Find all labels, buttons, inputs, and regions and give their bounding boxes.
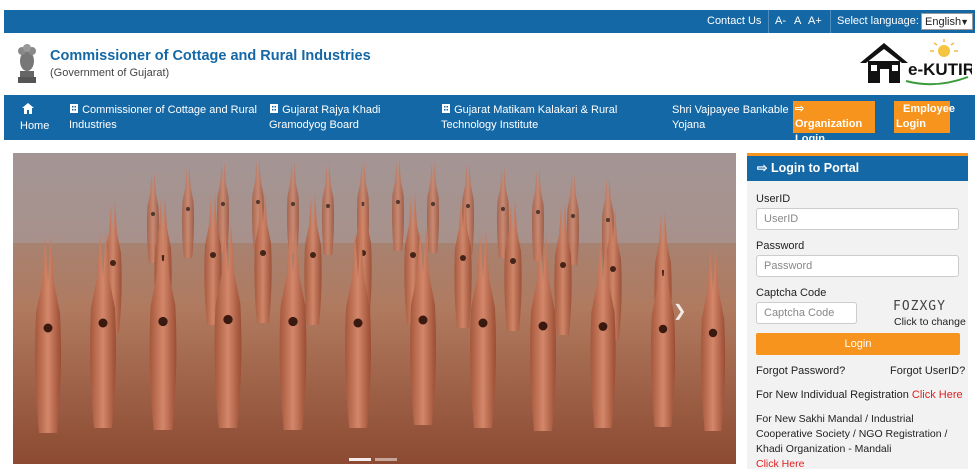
- building-icon: [69, 104, 82, 116]
- nav-item-label: Industries: [69, 119, 117, 131]
- building-icon: [269, 104, 282, 116]
- slider-image: [13, 153, 736, 464]
- page-title: Commissioner of Cottage and Rural Indust…: [50, 48, 371, 64]
- forgot-userid-link[interactable]: Forgot UserID?: [890, 365, 965, 377]
- font-decrease-button[interactable]: A-: [775, 10, 786, 33]
- group-registration-text: For New Sakhi Mandal / Industrial: [756, 413, 914, 425]
- hero-slider[interactable]: ❯: [13, 153, 736, 464]
- nav-item-commissioner[interactable]: Commissioner of Cottage and Rural Indust…: [69, 95, 257, 140]
- nav-item-label: Gujarat Rajya Khadi: [282, 104, 381, 116]
- group-registration-text: Cooperative Society / NGO Registration /: [756, 428, 948, 440]
- font-normal-button[interactable]: A: [794, 10, 801, 33]
- sign-in-icon: ⇨: [757, 161, 768, 175]
- language-select[interactable]: English ▼: [921, 13, 973, 30]
- individual-registration-text: For New Individual Registration: [756, 389, 909, 401]
- organization-login-button[interactable]: ⇨ Organization Login: [793, 101, 875, 145]
- forgot-password-link[interactable]: Forgot Password?: [756, 365, 845, 377]
- password-input[interactable]: Password: [756, 255, 959, 277]
- main-nav: Home Commissioner of Cottage and Rural I…: [4, 95, 975, 145]
- language-label: Select language:: [837, 15, 919, 27]
- slider-dot-active[interactable]: [349, 458, 371, 461]
- group-registration: For New Sakhi Mandal / Industrial Cooper…: [756, 412, 961, 469]
- nav-home-label: Home: [20, 120, 50, 132]
- page-subtitle: (Government of Gujarat): [50, 67, 170, 79]
- nav-item-label: Shri Vajpayee Bankable: [672, 104, 789, 116]
- nav-home[interactable]: Home: [20, 95, 49, 140]
- nav-item-label: Yojana: [672, 119, 706, 131]
- individual-registration-link[interactable]: Click Here: [912, 389, 963, 401]
- org-login-label: Organization: [795, 118, 863, 130]
- nav-item-label: Gramodyog Board: [269, 119, 359, 131]
- chevron-right-icon[interactable]: ❯: [673, 301, 686, 321]
- home-icon: [20, 103, 49, 119]
- nav-item-vajpayee-yojana[interactable]: Shri Vajpayee Bankable Yojana: [672, 95, 789, 140]
- userid-input[interactable]: UserID: [756, 208, 959, 230]
- password-label: Password: [756, 240, 805, 252]
- group-registration-link[interactable]: Click Here: [756, 457, 961, 469]
- nav-item-matikam[interactable]: Gujarat Matikam Kalakari & Rural Technol…: [441, 95, 617, 140]
- org-login-label: Login: [795, 133, 825, 145]
- slider-indicators: [349, 450, 401, 464]
- individual-registration: For New Individual Registration Click He…: [756, 389, 963, 401]
- emp-login-label: Login: [896, 118, 926, 130]
- employee-login-button[interactable]: Employee Login: [894, 101, 955, 133]
- ekutir-logo-text: e-KUTIR: [908, 60, 972, 79]
- site-header: Commissioner of Cottage and Rural Indust…: [4, 33, 975, 95]
- contact-us-link[interactable]: Contact Us: [707, 10, 761, 33]
- building-icon: [441, 104, 454, 116]
- nav-item-label: Commissioner of Cottage and Rural: [82, 104, 257, 116]
- captcha-refresh-link[interactable]: Click to change: [894, 316, 966, 328]
- font-increase-button[interactable]: A+: [808, 10, 822, 33]
- emp-login-label: Employee: [903, 103, 955, 115]
- top-utility-bar: Contact Us A- A A+ Select language: Engl…: [4, 10, 975, 33]
- captcha-input[interactable]: Captcha Code: [756, 302, 857, 324]
- userid-label: UserID: [756, 193, 791, 205]
- divider: [830, 10, 831, 33]
- group-registration-text: Khadi Organization - Mandali: [756, 443, 892, 455]
- sign-in-icon: ⇨: [795, 103, 805, 115]
- captcha-label: Captcha Code: [756, 287, 827, 299]
- login-heading-text: Login to Portal: [770, 161, 860, 175]
- login-button[interactable]: Login: [756, 333, 960, 355]
- nav-item-label: Technology Institute: [441, 119, 539, 131]
- chevron-down-icon: ▼: [960, 17, 969, 27]
- login-panel: ⇨ Login to Portal UserID UserID Password…: [747, 153, 968, 469]
- ekutir-logo[interactable]: e-KUTIR: [856, 37, 972, 89]
- nav-item-khadi-board[interactable]: Gujarat Rajya Khadi Gramodyog Board: [269, 95, 381, 140]
- slider-dot[interactable]: [375, 458, 397, 461]
- login-heading: ⇨ Login to Portal: [747, 156, 968, 181]
- divider: [768, 10, 769, 33]
- captcha-image: FOZXGY: [893, 299, 946, 314]
- state-emblem-icon: [18, 44, 36, 83]
- nav-item-label: Gujarat Matikam Kalakari & Rural: [454, 104, 618, 116]
- language-select-value: English: [925, 16, 962, 28]
